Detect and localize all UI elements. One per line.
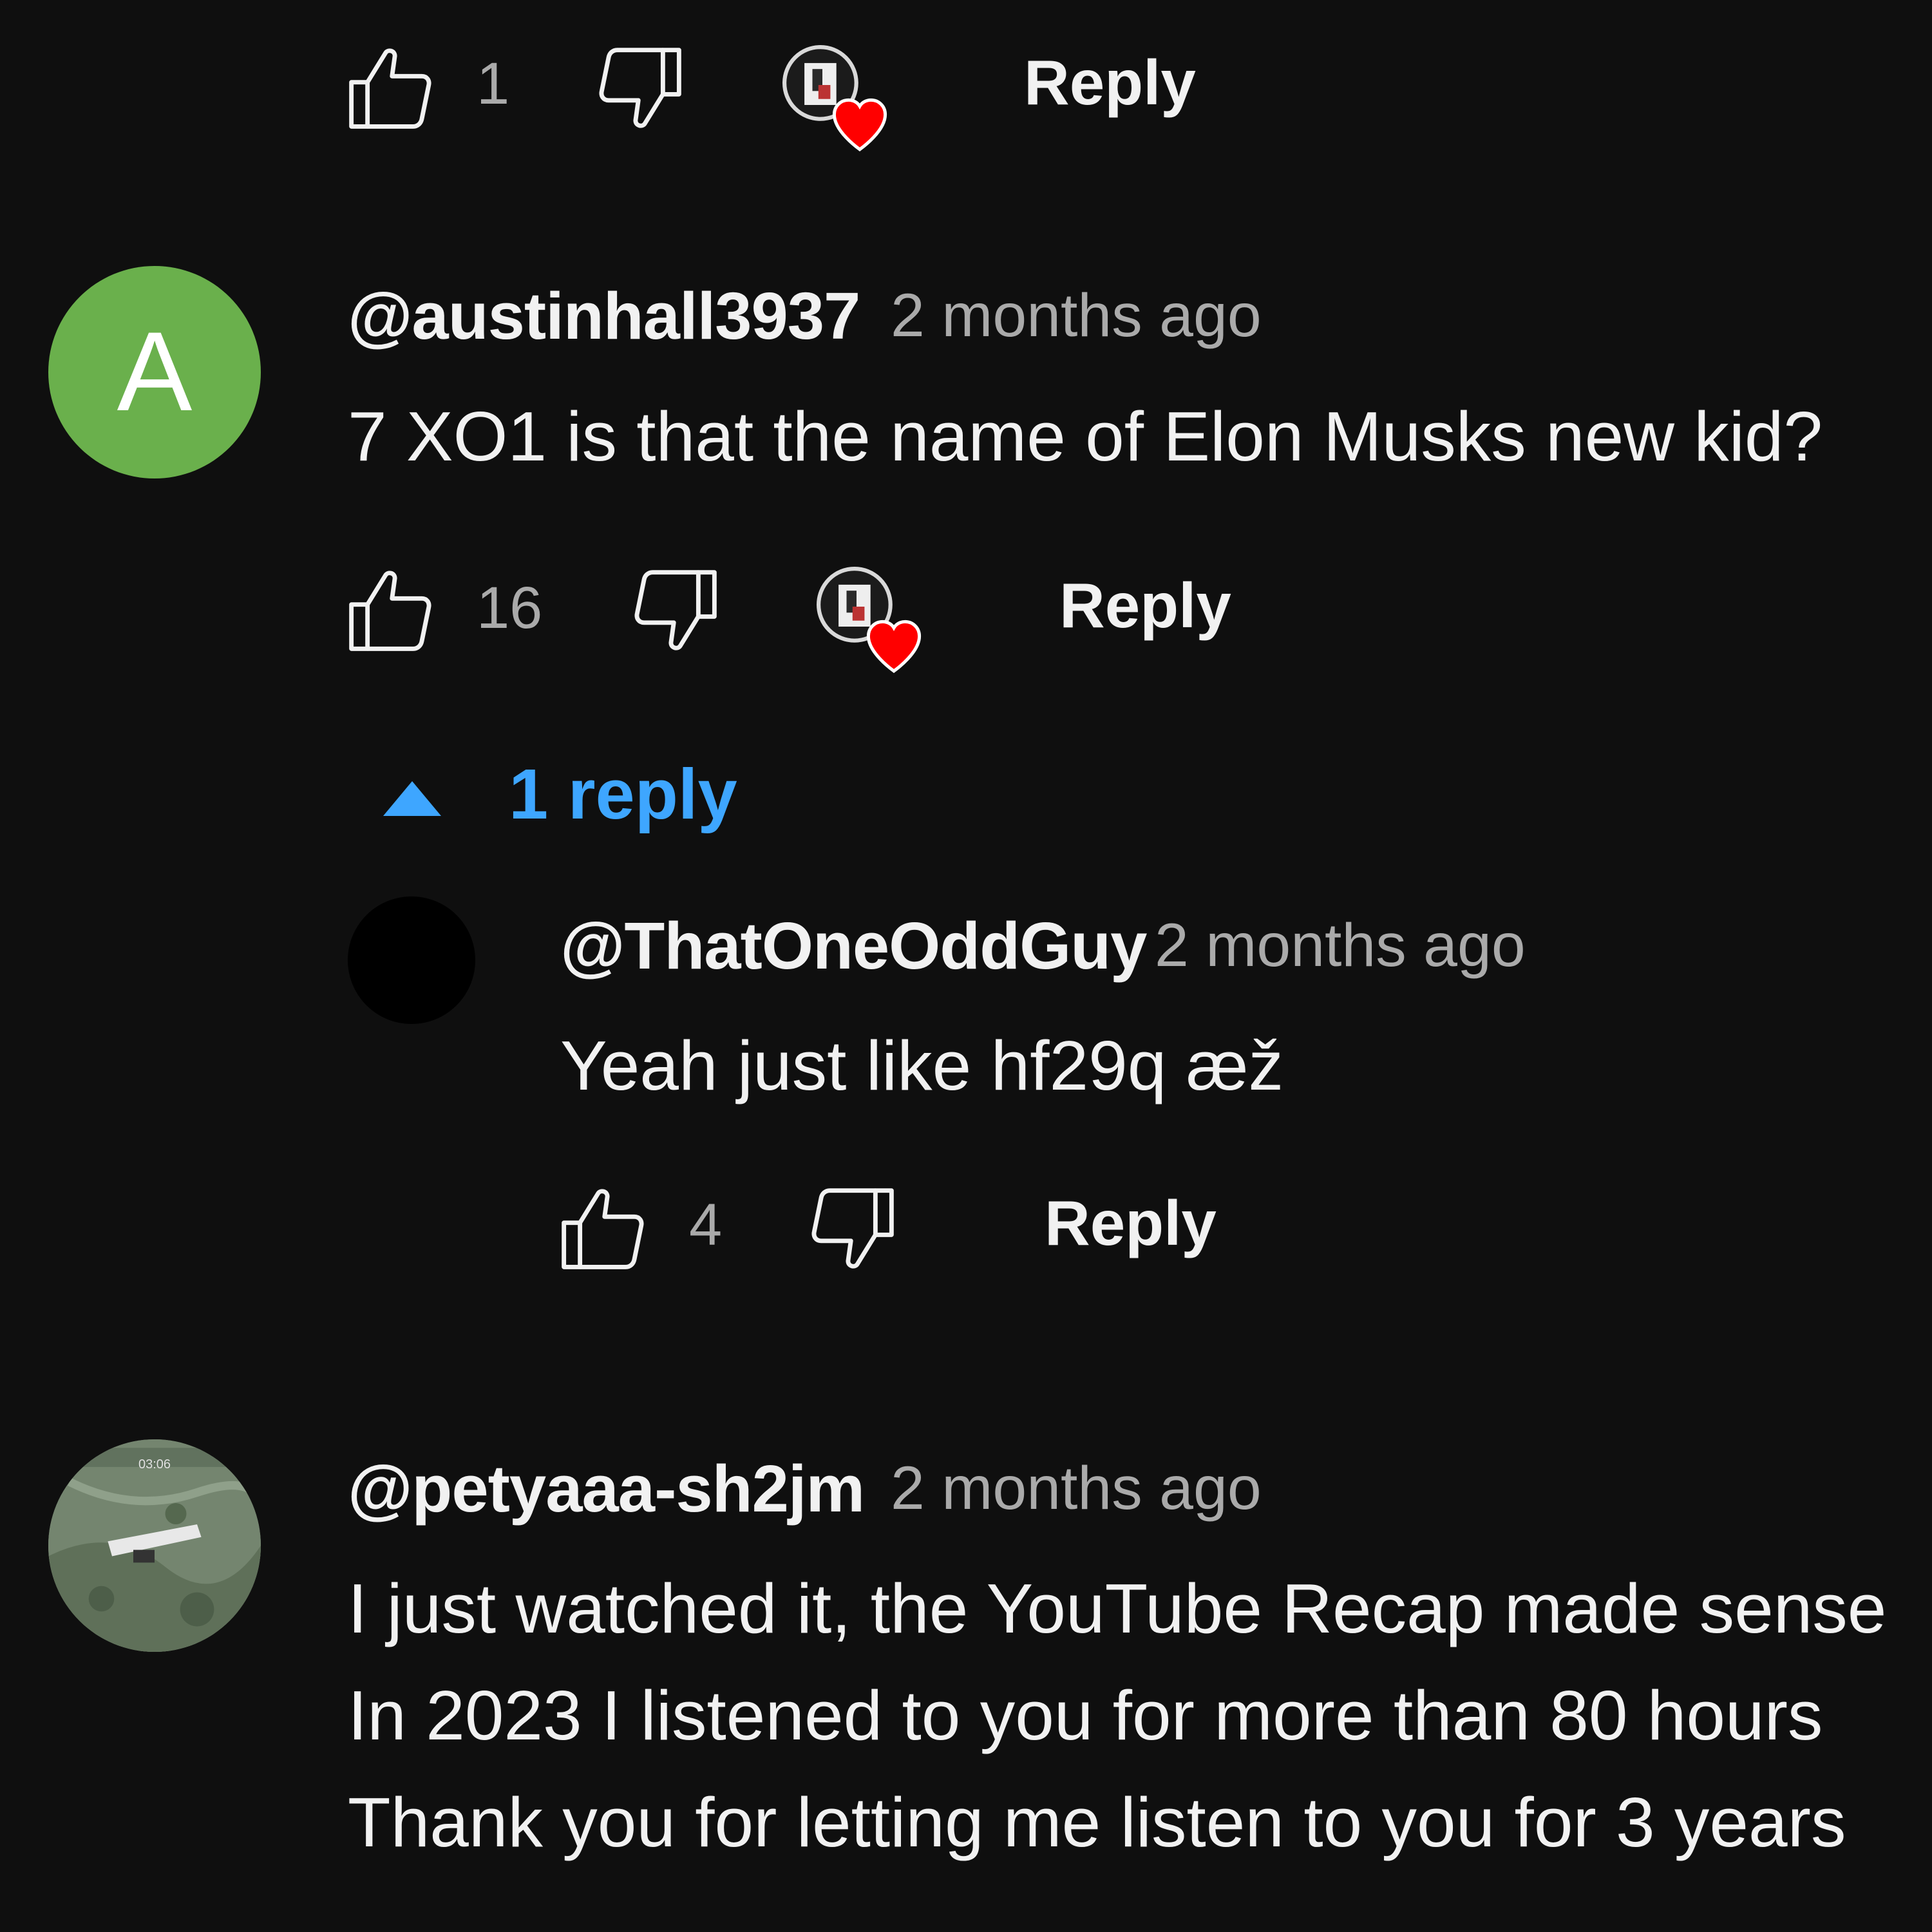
caret-up-icon <box>383 781 441 816</box>
thumbnail-timer: 03:06 <box>138 1457 171 1472</box>
replies-toggle[interactable]: 1 reply <box>383 753 744 844</box>
like-count: 1 <box>477 51 510 117</box>
thumbs-up-icon <box>349 48 431 129</box>
dislike-button[interactable] <box>625 562 728 659</box>
comment-text-line: I just watched it, the YouTube Recap mad… <box>348 1569 1887 1648</box>
reply-author[interactable]: @ThatOneOddGuy <box>560 908 1147 984</box>
comment-text-line: Thank you for letting me listen to you f… <box>348 1783 1846 1862</box>
reply-button[interactable]: Reply <box>1045 1187 1217 1260</box>
replies-count-label: 1 reply <box>509 755 737 834</box>
thumbs-up-icon <box>562 1189 644 1269</box>
heart-icon <box>866 620 922 674</box>
thumbs-down-icon <box>811 1188 894 1269</box>
reply-text: Yeah just like hf29q æž <box>560 1027 1284 1105</box>
reply-avatar[interactable] <box>348 896 475 1024</box>
like-count: 4 <box>689 1192 723 1258</box>
dislike-button[interactable] <box>802 1180 905 1277</box>
comment-author[interactable]: @austinhall3937 <box>348 278 860 354</box>
thumbs-up-icon <box>349 571 431 651</box>
creator-heart-badge[interactable] <box>782 45 887 152</box>
heart-icon <box>832 98 887 152</box>
like-button[interactable] <box>338 40 441 137</box>
avatar[interactable]: 03:06 <box>48 1439 261 1652</box>
dislike-button[interactable] <box>589 40 692 137</box>
avatar-letter: A <box>117 309 193 435</box>
comment-text: I just watched it, the YouTube Recap mad… <box>348 1555 1932 1876</box>
comment-text: 7 XO1 is that the name of Elon Musks new… <box>348 397 1823 476</box>
like-button[interactable] <box>338 562 441 659</box>
creator-heart-badge[interactable] <box>817 567 922 674</box>
thumbs-down-icon <box>599 48 681 128</box>
like-button[interactable] <box>551 1180 654 1277</box>
thumbs-down-icon <box>634 570 717 650</box>
reply-button[interactable]: Reply <box>1024 46 1196 119</box>
comment-timestamp[interactable]: 2 months ago <box>891 1454 1262 1524</box>
comment-timestamp[interactable]: 2 months ago <box>891 281 1262 351</box>
comment-author[interactable]: @petyaaa-sh2jm <box>348 1451 865 1527</box>
like-count: 16 <box>477 575 543 641</box>
reply-timestamp[interactable]: 2 months ago <box>1155 911 1526 981</box>
reply-button[interactable]: Reply <box>1059 569 1231 642</box>
avatar[interactable]: A <box>48 266 261 478</box>
comment-text-line: In 2023 I listened to you for more than … <box>348 1676 1823 1755</box>
